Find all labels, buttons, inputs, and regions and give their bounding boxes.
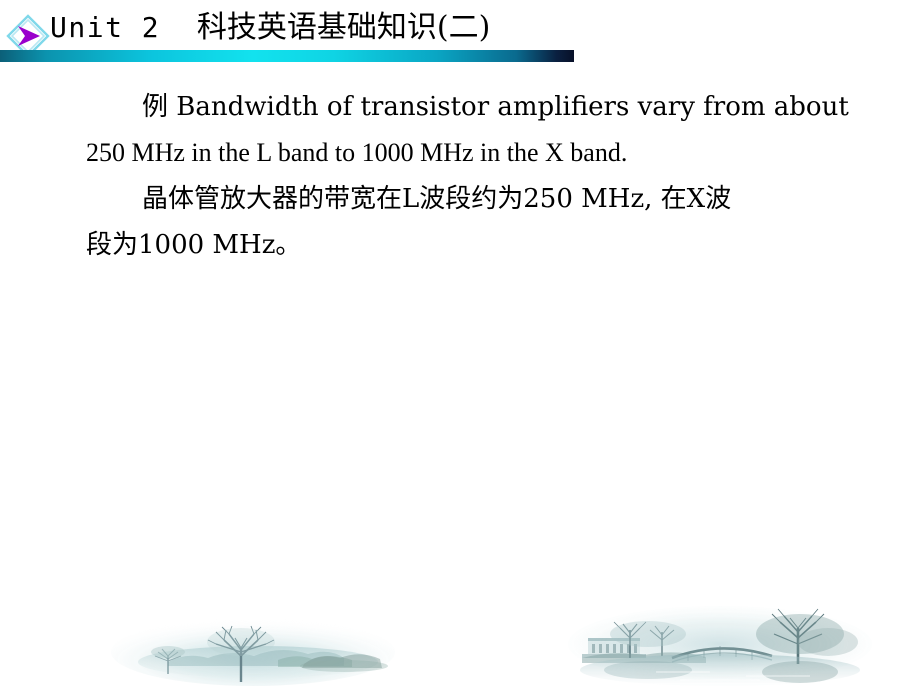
title-unit-label: Unit 2 (50, 11, 161, 44)
slide-canvas: Unit 2 科技英语基础知识(二) 例 Bandwidth of transi… (0, 0, 920, 690)
title-underline-rule (0, 50, 574, 62)
english-line-1: 例 Bandwidth of transistor amplifiers var… (142, 92, 849, 122)
chinese-line-2: 段为1000 MHz。 (86, 230, 302, 260)
title-subject: 科技英语基础知识(二) (196, 10, 491, 45)
chinese-line-1: 晶体管放大器的带宽在L波段约为250 MHz, 在X波 (142, 184, 732, 214)
page-title: Unit 2 科技英语基础知识(二) (50, 8, 490, 48)
watercolor-bridge-lake-landscape (560, 600, 880, 688)
english-line-2: 250 MHz in the L band to 1000 MHz in the… (86, 138, 628, 167)
watercolor-trees-landscape (108, 604, 398, 688)
slide-title-block: Unit 2 科技英语基础知识(二) (0, 0, 600, 66)
title-spacer (160, 11, 197, 44)
